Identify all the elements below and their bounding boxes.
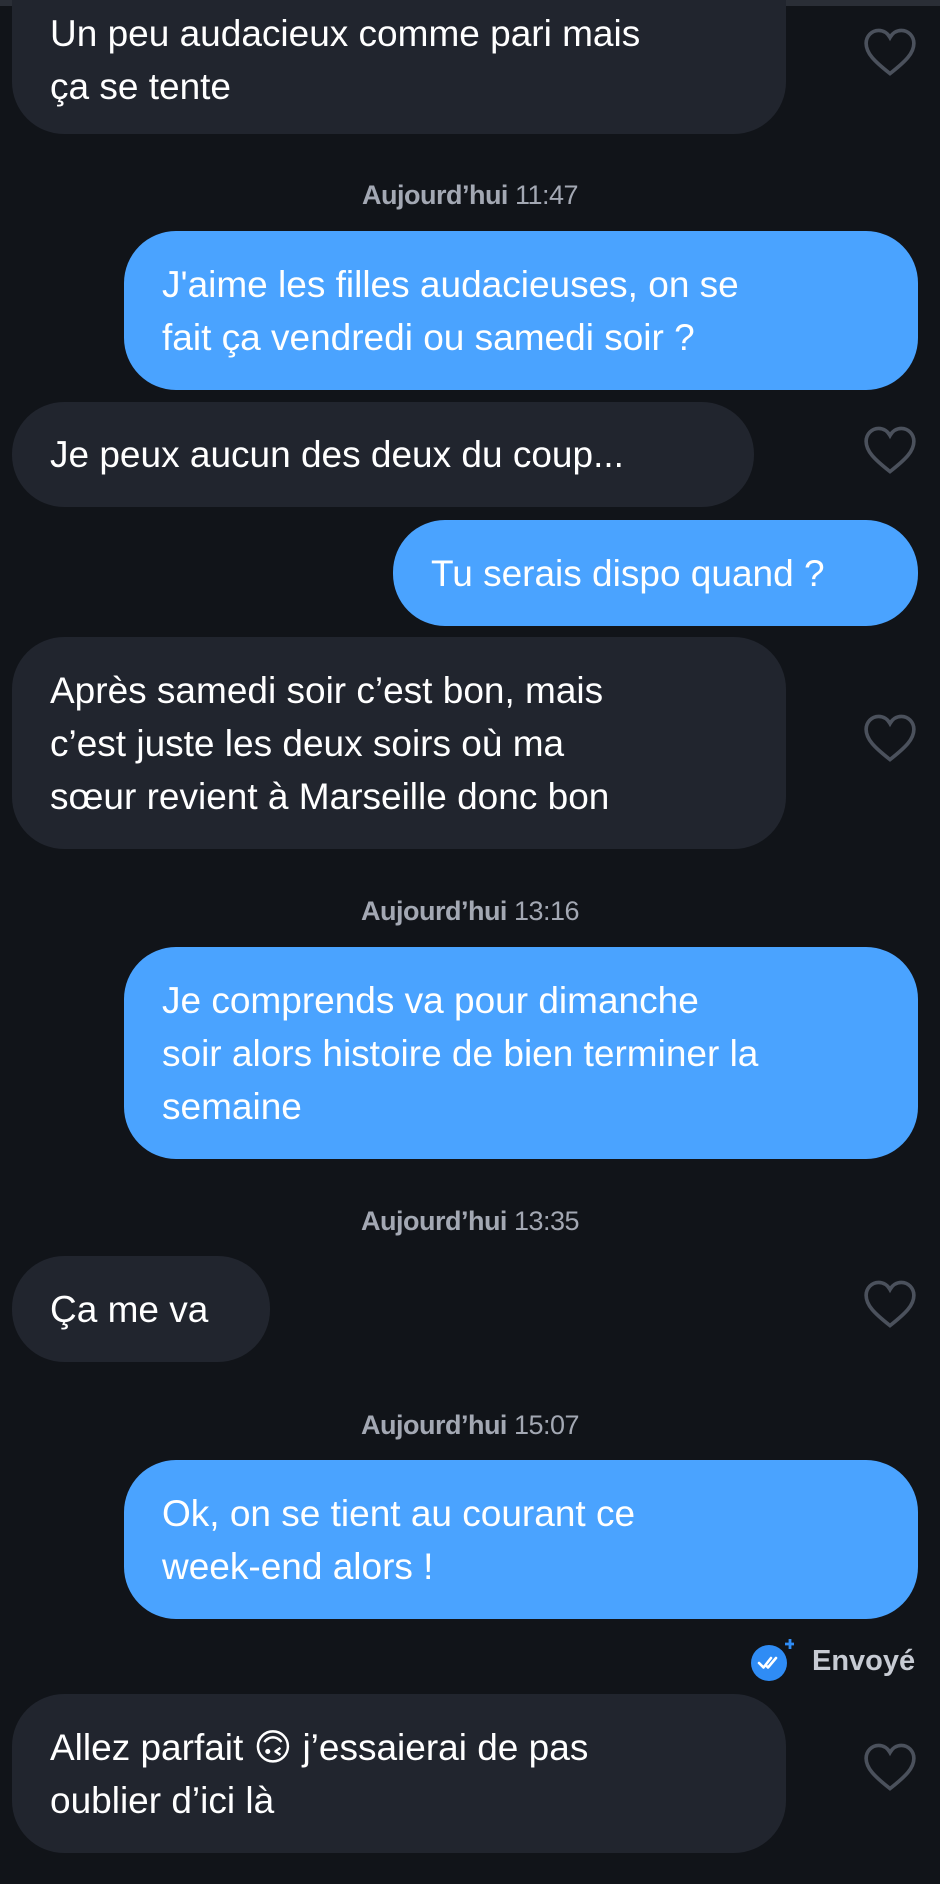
like-heart-icon[interactable]: [862, 1279, 918, 1329]
timestamp: Aujourd’hui 11:47: [361, 180, 579, 210]
message-text: Ça me va: [50, 1288, 209, 1330]
received-message[interactable]: Ça me va: [12, 1256, 270, 1362]
timestamp: Aujourd’hui 15:07: [360, 1410, 580, 1440]
message-text: Ok, on se tient au courant ce week-end a…: [162, 1492, 636, 1587]
like-heart-icon[interactable]: [862, 425, 918, 475]
status-label: Envoyé: [812, 1644, 916, 1677]
received-message[interactable]: Allez parfait 🙃 j’essaierai de pas oubli…: [12, 1694, 786, 1853]
sent-message[interactable]: J'aime les filles audacieuses, on se fai…: [124, 231, 918, 390]
received-message[interactable]: Après samedi soir c’est bon, mais c’est …: [12, 637, 786, 849]
received-message[interactable]: Je peux aucun des deux du coup...: [12, 402, 754, 507]
message-text: Après samedi soir c’est bon, mais c’est …: [50, 669, 610, 817]
received-message[interactable]: Un peu audacieux comme pari mais ça se t…: [12, 0, 786, 134]
sent-message[interactable]: Je comprends va pour dimanche soir alors…: [124, 947, 918, 1159]
message-text: Tu serais dispo quand ?: [431, 552, 825, 594]
message-text: J'aime les filles audacieuses, on se fai…: [162, 263, 739, 358]
like-heart-icon[interactable]: [862, 27, 918, 77]
delivery-status: Envoyé: [748, 1636, 915, 1686]
sent-message[interactable]: Tu serais dispo quand ?: [393, 520, 918, 626]
timestamp: Aujourd’hui 13:35: [360, 1206, 580, 1236]
read-receipt-check-icon: [751, 1639, 794, 1681]
message-text: Je comprends va pour dimanche soir alors…: [162, 979, 759, 1127]
message-text: Je peux aucun des deux du coup...: [50, 434, 624, 475]
message-text: Allez parfait 🙃 j’essaierai de pas oubli…: [50, 1726, 589, 1821]
timestamp: Aujourd’hui 13:16: [360, 896, 580, 926]
like-heart-icon[interactable]: [862, 713, 918, 763]
message-text: Un peu audacieux comme pari mais ça se t…: [50, 13, 641, 107]
like-heart-icon[interactable]: [862, 1742, 918, 1792]
sent-message[interactable]: Ok, on se tient au courant ce week-end a…: [124, 1460, 918, 1619]
